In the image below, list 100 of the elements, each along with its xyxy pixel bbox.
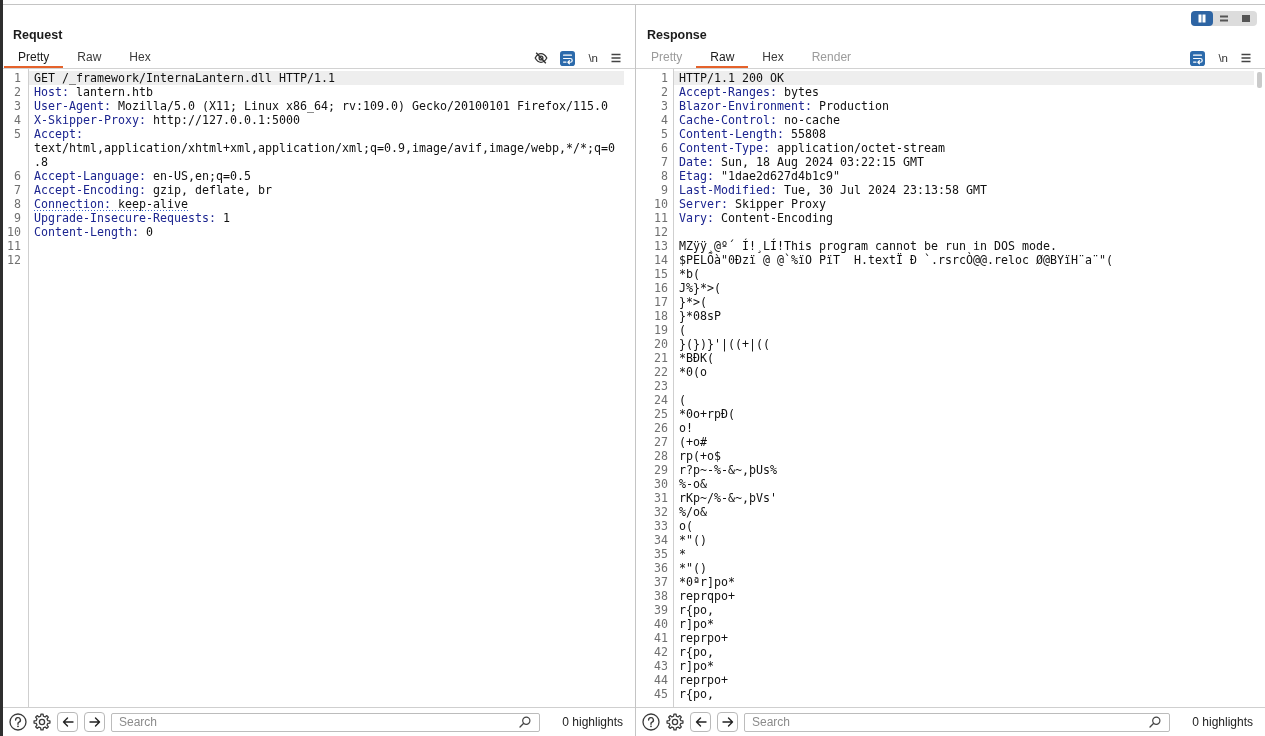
body-line: *0(o <box>679 365 707 379</box>
search-icon[interactable] <box>1149 716 1162 728</box>
newline-toggle[interactable]: \n <box>587 51 599 65</box>
body-line: MZÿÿ¸@º´ Í!¸LÍ!This program cannot be run in DOS mode. <box>679 239 1057 253</box>
line-number: 11 <box>654 211 668 225</box>
line-number: 43 <box>654 659 668 673</box>
request-line: GET /_framework/InternaLantern.dll HTTP/1.1 <box>34 71 335 85</box>
body-line: %-o& <box>679 477 707 491</box>
line-number: 14 <box>654 253 668 267</box>
body-line: o( <box>679 519 693 533</box>
body-line: J%}*>( <box>679 281 721 295</box>
line-number: 31 <box>654 491 668 505</box>
line-number: 35 <box>654 547 668 561</box>
header-line: Content-Type: application/octet-stream <box>679 141 945 155</box>
body-line: (+o# <box>679 435 707 449</box>
help-icon[interactable] <box>9 713 27 731</box>
body-line: $PELÕà"0Ðzï @ @`%ïO PïT H.textÏ Ð `.rsrcÒ@@.reloc Ø@BYïH¨a¨"( <box>679 253 1113 267</box>
newline-toggle[interactable]: \n <box>1217 51 1229 65</box>
line-number: 22 <box>654 365 668 379</box>
tab[interactable]: Raw <box>63 48 116 68</box>
forward-button[interactable] <box>84 712 105 732</box>
header-line: Date: Sun, 18 Aug 2024 03:22:15 GMT <box>679 155 924 169</box>
line-number: 33 <box>654 519 668 533</box>
header-line: Content-Length: 0 <box>34 225 153 239</box>
line-number: 2 <box>661 85 668 99</box>
body-line: reprqpo+ <box>679 589 735 603</box>
line-number: 9 <box>661 183 668 197</box>
forward-button[interactable] <box>717 712 738 732</box>
line-number: 4 <box>14 113 21 127</box>
back-button[interactable] <box>57 712 78 732</box>
search-icon[interactable] <box>519 716 532 728</box>
body-line: r]po* <box>679 659 714 673</box>
line-number: 23 <box>654 379 668 393</box>
body-line: *BÐK( <box>679 351 714 365</box>
settings-icon[interactable] <box>666 713 684 731</box>
line-number: 9 <box>14 211 21 225</box>
line-number: 7 <box>661 155 668 169</box>
line-number: 3 <box>661 99 668 113</box>
line-number: 29 <box>654 463 668 477</box>
line-number: 24 <box>654 393 668 407</box>
line-number: 30 <box>654 477 668 491</box>
line-number: 8 <box>661 169 668 183</box>
columns-icon <box>1197 14 1207 23</box>
header-line: Last-Modified: Tue, 30 Jul 2024 23:13:58 GMT <box>679 183 987 197</box>
status-line: HTTP/1.1 200 OK <box>679 71 784 85</box>
line-number: 15 <box>654 267 668 281</box>
help-icon[interactable] <box>642 713 660 731</box>
right-arrow-icon <box>720 715 735 729</box>
header-line: Content-Length: 55808 <box>679 127 826 141</box>
header-line: Vary: Content-Encoding <box>679 211 833 225</box>
line-number: 37 <box>654 575 668 589</box>
line-number: 25 <box>654 407 668 421</box>
body-line: r]po* <box>679 617 714 631</box>
panel-title: Response <box>647 28 707 43</box>
line-number: 10 <box>654 197 668 211</box>
line-number: 20 <box>654 337 668 351</box>
header-line: Etag: "1dae2d627d4b1c9" <box>679 169 840 183</box>
line-number: 17 <box>654 295 668 309</box>
line-number: 6 <box>14 169 21 183</box>
text-wrap-icon[interactable] <box>1190 50 1206 66</box>
line-number: 27 <box>654 435 668 449</box>
line-number: 21 <box>654 351 668 365</box>
highlights-count: 0 highlights <box>1192 715 1253 729</box>
menu-icon[interactable] <box>1241 53 1251 63</box>
highlights-count: 0 highlights <box>562 715 623 729</box>
settings-icon[interactable] <box>33 713 51 731</box>
line-number: 1 <box>14 71 21 85</box>
body-line: *0o+rpÐ( <box>679 407 735 421</box>
line-number: 40 <box>654 617 668 631</box>
line-number: 39 <box>654 603 668 617</box>
line-number: 45 <box>654 687 668 701</box>
back-button[interactable] <box>690 712 711 732</box>
line-number: 2 <box>14 85 21 99</box>
tab[interactable]: Hex <box>748 48 798 68</box>
line-number: 36 <box>654 561 668 575</box>
panel-title: Request <box>13 28 63 43</box>
line-number: 5 <box>14 127 21 141</box>
line-number: 18 <box>654 309 668 323</box>
body-line: reprpo+ <box>679 631 728 645</box>
body-line: rp(+o$ <box>679 449 721 463</box>
line-number: 26 <box>654 421 668 435</box>
header-line: Blazor-Environment: Production <box>679 99 889 113</box>
header-line: Accept-Language: en-US,en;q=0.5 <box>34 169 251 183</box>
body-line: ( <box>679 393 686 407</box>
layout-button[interactable] <box>1191 11 1213 26</box>
eye-slash-icon[interactable] <box>534 51 549 65</box>
header-line: Accept-Ranges: bytes <box>679 85 819 99</box>
line-number: 32 <box>654 505 668 519</box>
line-number: 3 <box>14 99 21 113</box>
header-line: Host: lantern.htb <box>34 85 153 99</box>
body-line: r{po, <box>679 645 714 659</box>
scrollbar-thumb[interactable] <box>1257 72 1262 88</box>
line-number: 41 <box>654 631 668 645</box>
header-line: User-Agent: Mozilla/5.0 (X11; Linux x86_64; rv:109.0) Gecko/20100101 Firefox/115.0 <box>34 99 608 113</box>
text-wrap-icon[interactable] <box>560 50 576 66</box>
body-line: *"() <box>679 561 707 575</box>
tab[interactable]: Hex <box>115 48 165 68</box>
body-line: %/o& <box>679 505 707 519</box>
body-line: r{po, <box>679 687 714 701</box>
menu-icon[interactable] <box>611 53 621 63</box>
